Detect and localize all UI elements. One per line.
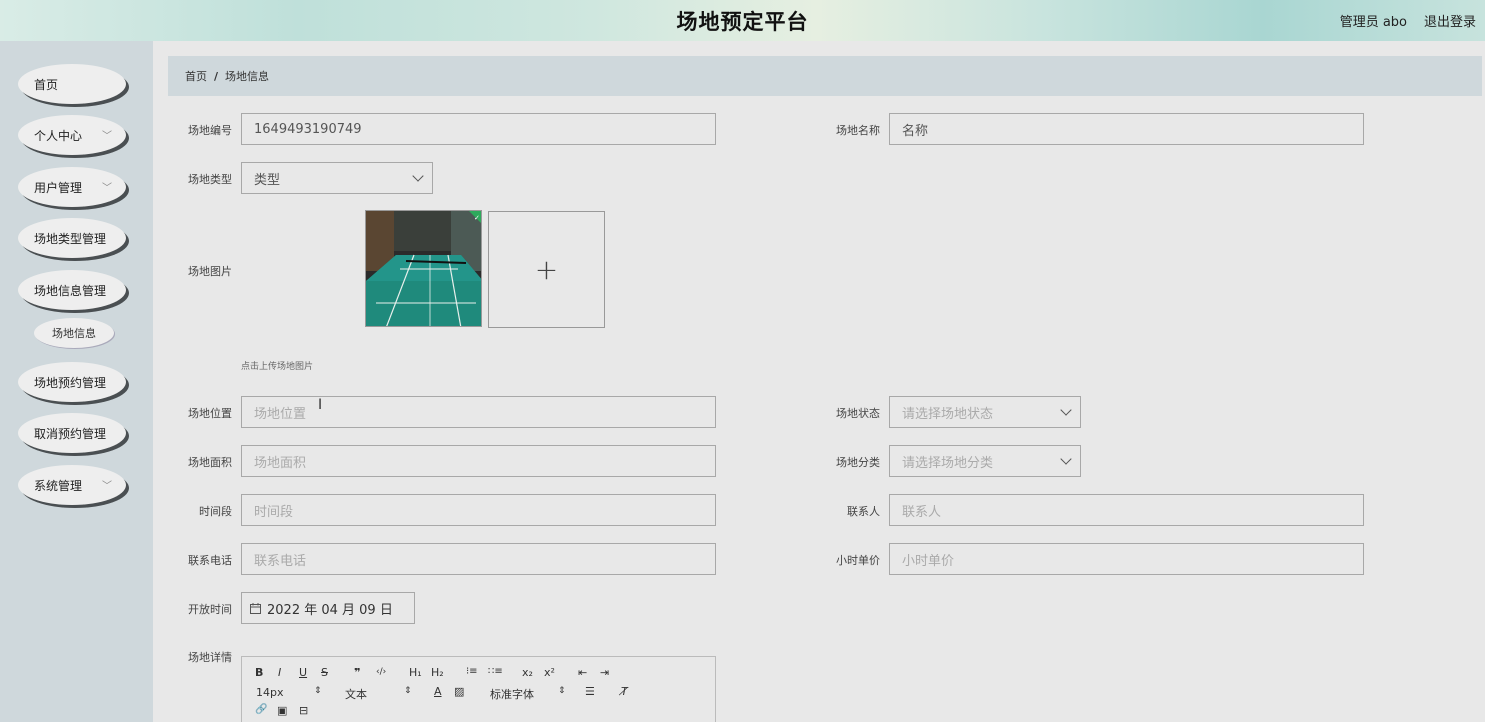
rich-text-editor[interactable]: B I U S ❞ ‹/› H₁ H₂ ⁝≡ ∷≡ x₂ x² ⇤ ⇥ 14px… (241, 656, 716, 722)
outdent-icon[interactable]: ⇤ (578, 666, 587, 679)
sidebar-item-system[interactable]: 系统管理 ﹀ (18, 465, 126, 505)
sidebar-item-reservations[interactable]: 场地预约管理 (18, 362, 126, 402)
heading-1-icon[interactable]: H₁ (409, 666, 422, 679)
chevron-down-icon: ﹀ (102, 481, 112, 492)
image-upload-button[interactable]: + (488, 211, 605, 328)
type-label: 场地类型 (188, 173, 232, 186)
current-user-label: 管理员 abo (1339, 15, 1407, 30)
font-size-select[interactable]: 14px (256, 686, 284, 699)
breadcrumb-separator: / (214, 69, 219, 83)
ordered-list-icon[interactable]: ⁝≡ (466, 666, 478, 677)
breadcrumb-current: 场地信息 (225, 70, 270, 83)
type-select-value: 类型 (254, 172, 281, 188)
superscript-icon[interactable]: x² (544, 666, 555, 679)
text-color-icon[interactable]: A (434, 685, 442, 698)
sidebar-subitem-venue-info[interactable]: 场地信息 (34, 318, 114, 348)
app-title: 场地预定平台 (676, 10, 809, 34)
logout-link[interactable]: 退出登录 (1424, 11, 1476, 30)
chevron-down-icon (412, 170, 424, 182)
open-time-datepicker[interactable]: 2022 年 04 月 09 日 (241, 592, 415, 624)
chevron-updown-icon: ⇕ (314, 686, 322, 696)
open-time-value: 2022 年 04 月 09 日 (267, 602, 393, 618)
badminton-court-image: ✓ (366, 211, 481, 326)
upload-hint: 点击上传场地图片 (241, 362, 314, 372)
chevron-down-icon: ﹀ (102, 131, 112, 142)
chevron-down-icon (1060, 404, 1072, 416)
sidebar-item-venue-info-manage[interactable]: 场地信息管理 (18, 270, 126, 310)
breadcrumb-home[interactable]: 首页 (185, 68, 207, 84)
font-family-select[interactable]: 标准字体 (490, 686, 534, 702)
name-field[interactable]: 名称 (889, 113, 1364, 145)
price-label: 小时单价 (836, 554, 880, 567)
location-label: 场地位置 (188, 407, 232, 420)
status-label: 场地状态 (836, 407, 880, 420)
indent-icon[interactable]: ⇥ (600, 666, 609, 679)
strikethrough-icon[interactable]: S (321, 666, 328, 679)
clear-format-icon[interactable]: T̸ (621, 685, 628, 698)
category-select-placeholder: 请选择场地分类 (902, 455, 994, 471)
sidebar-item-label: 首页 (34, 77, 59, 92)
sidebar-subitem-label: 场地信息 (52, 327, 96, 340)
contact-label: 联系人 (847, 505, 880, 518)
chevron-down-icon: ﹀ (102, 183, 112, 194)
underline-icon[interactable]: U (299, 666, 307, 679)
italic-icon[interactable]: I (278, 666, 281, 679)
unordered-list-icon[interactable]: ∷≡ (488, 666, 503, 677)
location-field[interactable]: 场地位置 (241, 396, 716, 428)
area-label: 场地面积 (188, 456, 232, 469)
chevron-updown-icon: ⇕ (404, 686, 412, 696)
code-field[interactable]: 1649493190749 (241, 113, 716, 145)
breadcrumb: 首页 / 场地信息 (168, 56, 1482, 96)
image-label: 场地图片 (188, 265, 232, 278)
chevron-updown-icon: ⇕ (558, 686, 566, 696)
plus-icon: + (534, 253, 559, 286)
subscript-icon[interactable]: x₂ (522, 666, 533, 679)
price-field[interactable]: 小时单价 (889, 543, 1364, 575)
phone-field[interactable]: 联系电话 (241, 543, 716, 575)
sidebar-item-home[interactable]: 首页 (18, 64, 126, 104)
top-header: 场地预定平台 管理员 abo 退出登录 (0, 0, 1485, 41)
sidebar-item-label: 场地信息管理 (34, 283, 107, 298)
category-select[interactable]: 请选择场地分类 (889, 445, 1081, 477)
venue-image-thumbnail[interactable]: ✓ (365, 210, 482, 327)
sidebar-item-label: 个人中心 (34, 128, 83, 143)
contact-field[interactable]: 联系人 (889, 494, 1364, 526)
video-icon[interactable]: ⊟ (299, 704, 308, 717)
sidebar-item-label: 场地预约管理 (34, 375, 107, 390)
period-field[interactable]: 时间段 (241, 494, 716, 526)
status-select-placeholder: 请选择场地状态 (902, 406, 994, 422)
text-format-select[interactable]: 文本 (345, 686, 367, 702)
name-label: 场地名称 (836, 124, 880, 137)
code-icon[interactable]: ‹/› (376, 667, 386, 677)
type-select[interactable]: 类型 (241, 162, 433, 194)
sidebar-item-label: 场地类型管理 (34, 231, 107, 246)
bold-icon[interactable]: B (255, 666, 263, 679)
status-select[interactable]: 请选择场地状态 (889, 396, 1081, 428)
sidebar-item-cancellations[interactable]: 取消预约管理 (18, 413, 126, 453)
sidebar-item-venue-types[interactable]: 场地类型管理 (18, 218, 126, 258)
sidebar-item-profile[interactable]: 个人中心 ﹀ (18, 115, 126, 155)
image-icon[interactable]: ▣ (277, 704, 287, 717)
area-field[interactable]: 场地面积 (241, 445, 716, 477)
link-icon[interactable]: 🔗 (255, 704, 267, 715)
phone-label: 联系电话 (188, 554, 232, 567)
chevron-down-icon (1060, 453, 1072, 465)
sidebar-item-label: 用户管理 (34, 180, 83, 195)
category-label: 场地分类 (836, 456, 880, 469)
calendar-icon (250, 602, 261, 614)
sidebar-item-label: 系统管理 (34, 478, 83, 493)
code-label: 场地编号 (188, 124, 232, 137)
blockquote-icon[interactable]: ❞ (354, 666, 360, 679)
period-label: 时间段 (199, 505, 232, 518)
sidebar: 首页 个人中心 ﹀ 用户管理 ﹀ 场地类型管理 场地信息管理 场地信息 场地预约… (0, 41, 153, 722)
align-icon[interactable]: ☰ (585, 685, 595, 698)
sidebar-item-label: 取消预约管理 (34, 426, 107, 441)
detail-label: 场地详情 (188, 651, 232, 664)
sidebar-item-users[interactable]: 用户管理 ﹀ (18, 167, 126, 207)
background-color-icon[interactable]: ▨ (454, 685, 464, 698)
svg-text:✓: ✓ (474, 214, 480, 222)
open-time-label: 开放时间 (188, 603, 232, 616)
text-cursor-icon: I (318, 397, 323, 413)
heading-2-icon[interactable]: H₂ (431, 666, 444, 679)
